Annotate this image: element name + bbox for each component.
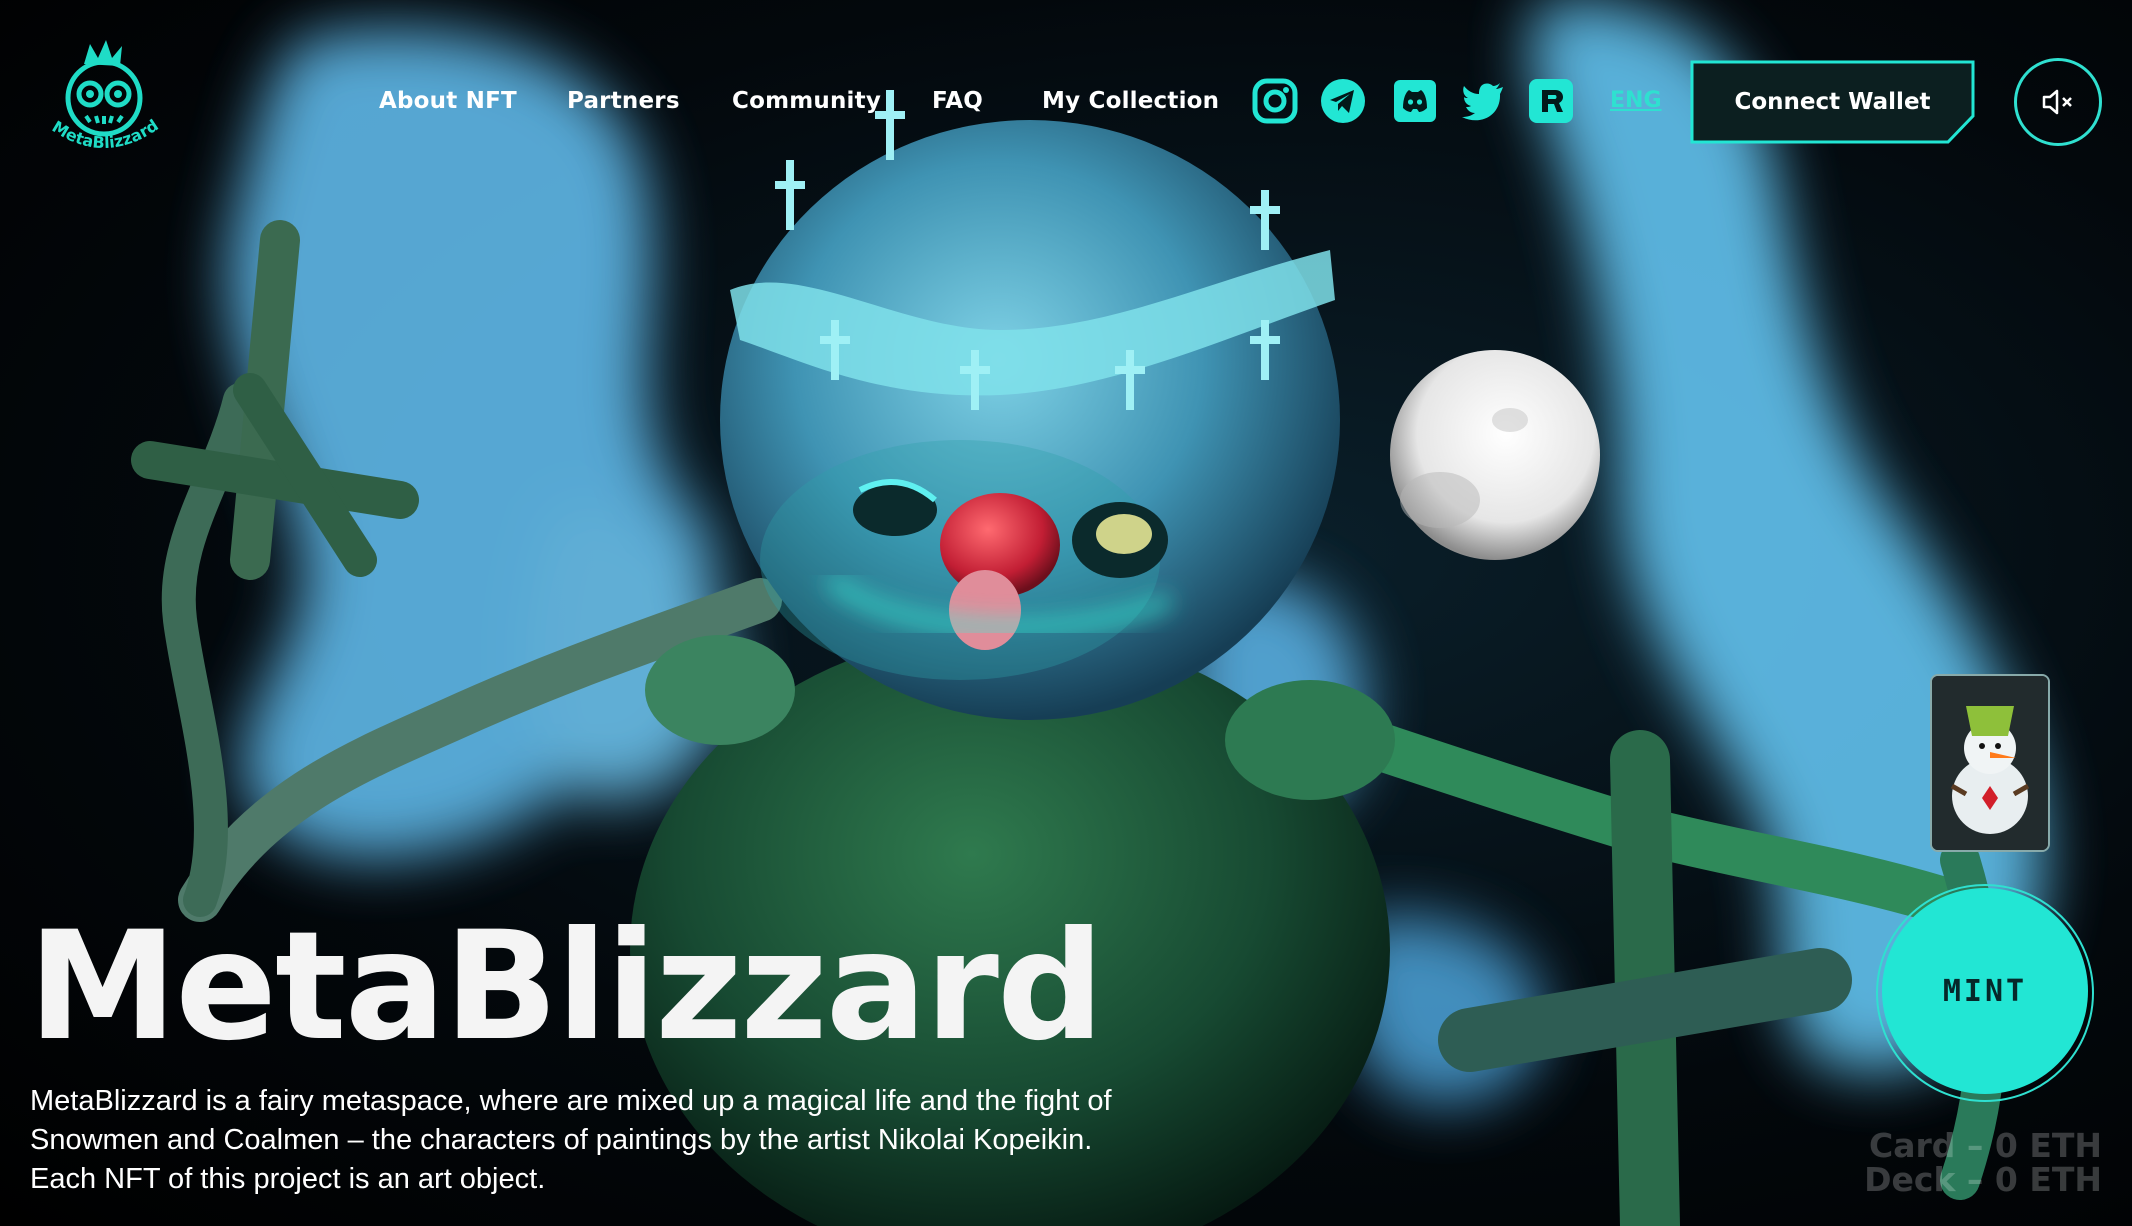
twitter-icon[interactable] xyxy=(1460,78,1506,124)
nav-my-collection[interactable]: My Collection xyxy=(1042,88,1219,114)
nav-partners[interactable]: Partners xyxy=(567,88,680,114)
hero-description-line: MetaBlizzard is a fairy metaspace, where… xyxy=(30,1085,1112,1117)
connect-wallet-label: Connect Wallet xyxy=(1734,89,1931,115)
speaker-muted-icon xyxy=(2042,89,2072,115)
hero-description-line: Snowmen and Coalmen – the characters of … xyxy=(30,1124,1093,1156)
discord-icon[interactable] xyxy=(1392,78,1438,124)
nav-faq[interactable]: FAQ xyxy=(932,88,983,114)
hero-title: MetaBlizzard xyxy=(28,900,1104,1074)
hero-description-line: Each NFT of this project is an art objec… xyxy=(30,1163,546,1195)
mint-button[interactable]: MINT xyxy=(1882,888,2088,1094)
snowman-card-image xyxy=(1932,676,2048,850)
instagram-icon[interactable] xyxy=(1252,78,1298,124)
metablizzard-logo[interactable]: MetaBlizzard xyxy=(38,30,170,160)
nft-card-preview[interactable] xyxy=(1930,674,2050,852)
nav-about-nft[interactable]: About NFT xyxy=(379,88,517,114)
rarible-icon[interactable] xyxy=(1528,78,1574,124)
hero-description: MetaBlizzard is a fairy metaspace, where… xyxy=(30,1082,1210,1199)
deck-price: Deck – 0 ETH xyxy=(1864,1160,2102,1199)
sound-toggle[interactable] xyxy=(2014,58,2102,146)
connect-wallet-button[interactable]: Connect Wallet xyxy=(1690,60,1975,144)
telegram-icon[interactable] xyxy=(1320,78,1366,124)
nav-community[interactable]: Community xyxy=(732,88,881,114)
language-switch[interactable]: ENG xyxy=(1610,88,1662,113)
page: MetaBlizzard About NFT Partners Communit… xyxy=(0,0,2132,1226)
